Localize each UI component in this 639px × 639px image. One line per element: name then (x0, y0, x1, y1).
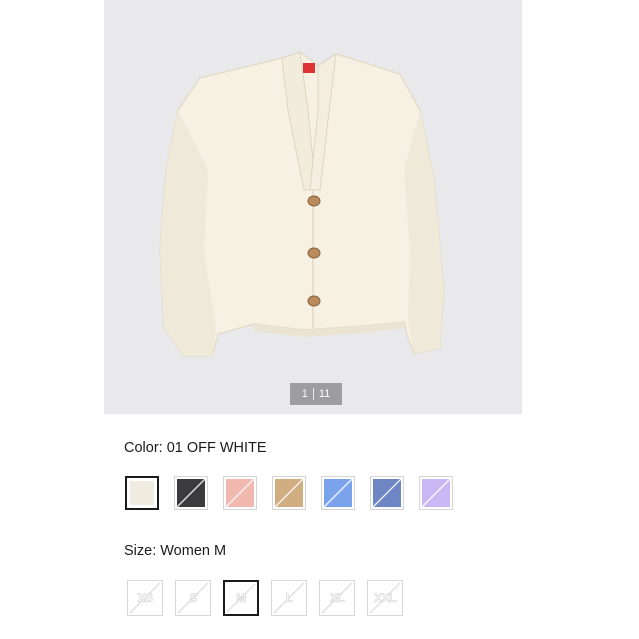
size-option-xl[interactable]: XL (319, 580, 355, 616)
unavailable-slash-icon (176, 478, 206, 508)
size-option-label: L (285, 591, 293, 606)
size-option-l[interactable]: L (271, 580, 307, 616)
color-swatch-blue[interactable] (321, 476, 355, 510)
color-swatch-dark-gray[interactable] (174, 476, 208, 510)
color-label-text: Color: (124, 440, 163, 456)
image-pager[interactable]: 1 11 (290, 383, 342, 405)
color-swatch-navy-blue[interactable] (370, 476, 404, 510)
size-option-xs[interactable]: XS (127, 580, 163, 616)
unavailable-slash-icon (323, 478, 353, 508)
size-value: Women M (160, 543, 227, 559)
product-image (159, 51, 445, 357)
unavailable-slash-icon (225, 478, 255, 508)
size-option-label: M (236, 591, 247, 606)
color-swatch-beige[interactable] (272, 476, 306, 510)
color-swatch-lavender[interactable] (419, 476, 453, 510)
pager-divider (312, 388, 314, 400)
color-swatch-off-white[interactable] (125, 476, 159, 510)
color-swatch-pink[interactable] (223, 476, 257, 510)
size-label-text: Size: (124, 543, 157, 559)
pager-total: 11 (318, 388, 331, 400)
size-option-label: S (189, 591, 198, 606)
swatch-fill (130, 481, 154, 505)
size-option-s[interactable]: S (175, 580, 211, 616)
unavailable-slash-icon (274, 478, 304, 508)
size-option-label: XXL (374, 591, 397, 606)
color-value: 01 OFF WHITE (166, 440, 267, 456)
product-image-panel[interactable]: 1 11 (104, 0, 522, 414)
size-option-m[interactable]: M (223, 580, 259, 616)
size-option-label: XL (329, 591, 345, 606)
size-option-xxl[interactable]: XXL (367, 580, 403, 616)
unavailable-slash-icon (372, 478, 402, 508)
size-label: Size: Women M (124, 543, 226, 559)
size-option-label: XS (137, 591, 153, 606)
unavailable-slash-icon (421, 478, 451, 508)
color-label: Color: 01 OFF WHITE (124, 440, 267, 456)
pager-current: 1 (301, 388, 308, 400)
